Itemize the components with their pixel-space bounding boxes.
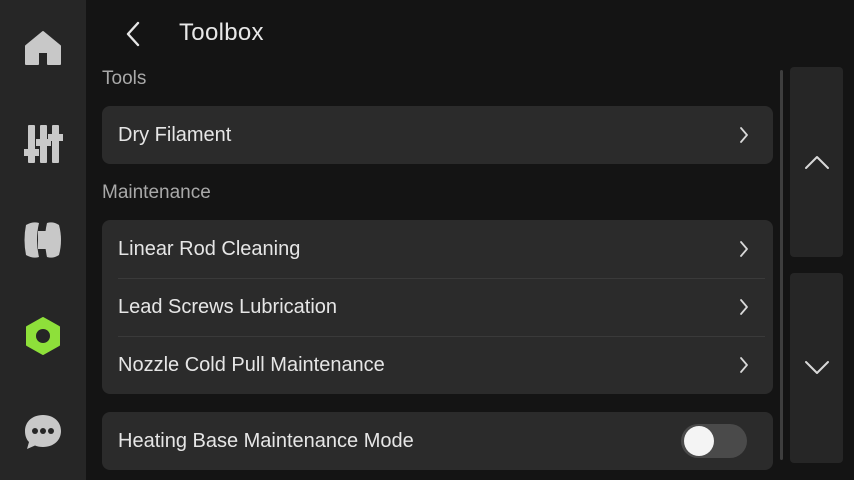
header: Toolbox (86, 0, 786, 66)
section-title-maintenance: Maintenance (102, 182, 211, 203)
page-title: Toolbox (179, 19, 264, 46)
chat-bubble-icon (25, 415, 61, 449)
toggle-knob (684, 426, 714, 456)
filament-spool-icon (24, 222, 61, 258)
nav-home[interactable] (0, 0, 86, 96)
maintenance-card: Linear Rod Cleaning Lead Screws Lubricat… (102, 220, 773, 394)
list-item-label: Heating Base Maintenance Mode (118, 429, 414, 452)
content-list: Tools Dry Filament Maintenance Linear Ro… (102, 66, 773, 480)
heating-base-maintenance-toggle[interactable] (681, 424, 747, 458)
chevron-down-icon (804, 361, 829, 374)
list-item-nozzle-cold-pull[interactable]: Nozzle Cold Pull Maintenance (102, 336, 773, 394)
page-up-button[interactable] (790, 67, 843, 257)
home-icon (25, 31, 61, 65)
section-title-tools: Tools (102, 68, 147, 89)
tools-card: Dry Filament (102, 106, 773, 164)
chevron-right-icon (740, 127, 748, 143)
list-item-lead-screws-lubrication[interactable]: Lead Screws Lubrication (102, 278, 773, 336)
nav-toolbox[interactable] (0, 288, 86, 384)
sidebar (0, 0, 86, 480)
list-item-label: Dry Filament (118, 123, 232, 146)
chevron-up-icon (804, 156, 829, 169)
list-item-label: Linear Rod Cleaning (118, 237, 301, 260)
list-item-label: Nozzle Cold Pull Maintenance (118, 353, 385, 376)
settings-card: Heating Base Maintenance Mode (102, 412, 773, 470)
sliders-icon (24, 125, 63, 163)
page-down-button[interactable] (790, 273, 843, 463)
nav-filament[interactable] (0, 192, 86, 288)
list-item-dry-filament[interactable]: Dry Filament (102, 106, 773, 164)
chevron-right-icon (740, 299, 748, 315)
chevron-left-icon (126, 21, 140, 47)
list-item-heating-base-maintenance-mode: Heating Base Maintenance Mode (102, 412, 773, 470)
nav-messages[interactable] (0, 384, 86, 480)
chevron-right-icon (740, 241, 748, 257)
chevron-right-icon (740, 357, 748, 373)
back-button[interactable] (116, 18, 150, 50)
list-item-label: Lead Screws Lubrication (118, 295, 338, 318)
scrollbar[interactable] (780, 70, 783, 460)
nav-controls[interactable] (0, 96, 86, 192)
hex-nut-icon (26, 317, 60, 355)
list-item-linear-rod-cleaning[interactable]: Linear Rod Cleaning (102, 220, 773, 278)
